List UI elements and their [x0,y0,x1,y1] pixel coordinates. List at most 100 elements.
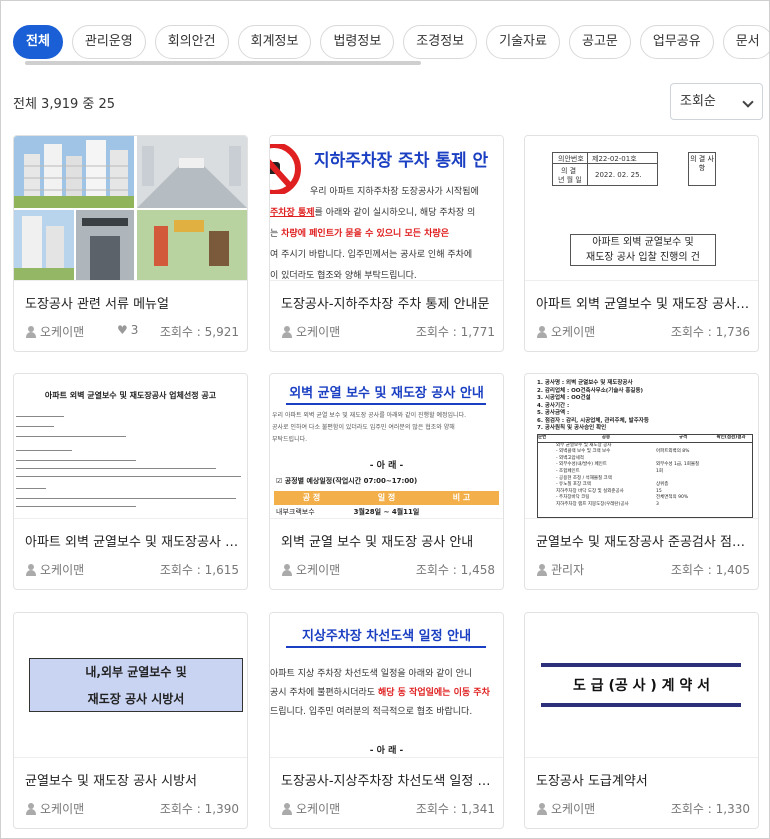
table-row: - 주차장바닥 코팅 전체면적의 90% [538,495,752,502]
table-row: - 외부수성(내/발수) 페인트 외부수성 1급, 1회몰칠 [538,462,752,469]
table-cell: - 외부수성(내/발수) 페인트 [556,462,607,468]
header-line: 7. 공사원칙 및 공사승인 확인 [537,425,607,431]
header-line: 1. 공사명 : 외벽 균열보수 및 재도장공사 [537,380,633,386]
sort-selected: 조회순 [680,94,716,109]
author-name: 오케이맨 [296,563,341,577]
view-count: 조회수 : 1,341 [415,802,495,816]
contract-rule-bottom [541,703,741,707]
table-header-cell: 공 정 [302,493,321,502]
tabs-scrollbar[interactable] [25,61,421,65]
notice-body: 아파트 지상 주차장 차선도색 일정을 아래와 같이 안니 공시 주차에 불편하… [270,665,503,722]
tab-notice[interactable]: 공고문 [568,25,631,59]
table-cell: 년 월 일 [558,176,582,184]
post-title[interactable]: 균열보수 및 재도장 공사 시방서 [25,770,239,789]
announcement-heading: 아파트 외벽 균열보수 및 재도장공사 업체선정 공고 [44,391,217,400]
tab-work-share[interactable]: 업무공유 [639,25,714,59]
table-cell: 의안번호 [558,155,584,163]
notice-center: - 아 래 - [369,461,404,471]
post-title[interactable]: 외벽 균열 보수 및 재도장 공사 안내 [281,531,495,550]
post-author: 오케이맨 [25,800,84,817]
notice-heading: 외벽 균열 보수 및 재도장 공사 안내 [289,386,484,401]
post-card[interactable]: 도 급 (공 사 ) 계 약 서 도장공사 도급계약서 오케이맨 조회수 : 1… [524,612,759,829]
table-cell: 3 [656,501,659,507]
notice-line: 공사로 인하여 다소 불편함이 있더라도 입주민 여러분의 많은 협조와 양해 [272,424,455,431]
post-card[interactable]: 지상주차장 차선도색 일정 안내 아파트 지상 주차장 차선도색 일정을 아래와… [269,612,504,829]
inspection-header: 1. 공사명 : 외벽 균열보수 및 재도장공사 2. 감리업체 : OO건축사… [537,380,649,433]
post-author: 오케이맨 [281,323,340,340]
header-line: 6. 점검자 : 감리, 시공업체, 관리주체, 발주자등 [537,417,649,424]
highlight-text: 주차장 통제 [270,208,315,218]
post-card[interactable]: 의안번호 제22-02-01호 의 결 년 월 일 2022. 02. 25. … [524,135,759,352]
author-name: 오케이맨 [40,563,85,577]
post-meta: 오케이맨 조회수 : 1,458 [281,561,495,577]
table-cell: 지하주차장 램프 지붕도장(우레탄)공사 [556,501,629,507]
table-cell: 2022. 02. 25. [595,171,642,179]
user-icon [25,802,37,815]
agenda-side-box: 의 결 사 항 [688,152,716,186]
user-icon [536,802,548,815]
table-header-cell: 일 정 [377,493,396,502]
notice-text: 를 아래와 같이 실시하오니, 해당 주차장 의 [314,208,476,218]
tab-documents[interactable]: 문서 [722,25,769,59]
tab-all[interactable]: 전체 [13,25,63,59]
notice-line: 공시 주차에 불편하시더라도 해당 동 작업일에는 이동 주차 [270,684,503,703]
schedule-table-header: 공 정 일 정 비 고 [274,491,499,505]
post-title[interactable]: 도장공사 관련 서류 메뉴얼 [25,293,239,312]
tab-management[interactable]: 관리운영 [71,25,146,59]
post-card[interactable]: 아파트 외벽 균열보수 및 재도장공사 업체선정 공고 아파트 외벽 균열보수 … [13,373,248,590]
author-name: 관리자 [551,563,585,577]
notice-line: 는 차량에 페인트가 묻을 수 있으니 모든 차량은 [270,224,503,245]
post-title[interactable]: 도장공사 도급계약서 [536,770,750,789]
post-title[interactable]: 도장공사-지상주차장 차선도색 일정 안내문 [281,770,495,789]
table-header-cell: 규격 [678,435,688,440]
spec-title-line: 재도장 공사 시방서 [87,692,185,706]
post-likes: ♥ 3 [117,323,138,337]
view-count: 조회수 : 1,615 [159,563,239,577]
post-thumbnail: 1. 공사명 : 외벽 균열보수 및 재도장공사 2. 감리업체 : OO건축사… [525,374,758,519]
notice-line: 여 주시기 바랍니다. 입주민께서는 공사로 인해 주차에 [270,250,473,260]
post-title[interactable]: 아파트 외벽 균열보수 및 재도장 공사 입찰 진행의 건 [536,293,750,312]
table-cell: 상위층 [656,482,669,488]
post-author: 오케이맨 [536,800,595,817]
highlight-text: 해당 동 작업일에는 이동 주차 [377,688,490,698]
post-thumbnail: 지하주차장 주차 통제 안 우리 아파트 지하주차장 도장공사가 시작됨에 주차… [270,136,503,281]
schedule-table-row: 내부크랙보수 3월28일 ~ 4월11일 [274,507,499,517]
tab-legal[interactable]: 법령정보 [320,25,395,59]
table-header-cell: 비 고 [452,493,471,502]
agenda-title-line: 아파트 외벽 균열보수 및 [592,237,694,248]
tab-landscaping[interactable]: 조경정보 [403,25,478,59]
table-cell: - 유노칠 포장 크랙 [556,482,591,488]
author-name: 오케이맨 [40,325,85,339]
table-cell: 전체면적의 90% [656,495,689,501]
table-row: - 유노칠 포장 크랙 상위층 [538,482,752,489]
post-card[interactable]: 외벽 균열 보수 및 재도장 공사 안내 우리 아파트 외벽 균열 보수 및 재… [269,373,504,590]
author-name: 오케이맨 [40,802,85,816]
table-header-row: 순번 공종 규격 확인(점검)결과 [538,435,752,443]
view-count: 조회수 : 1,771 [415,325,495,339]
table-cell: 3월28일 ~ 4월11일 [353,508,420,516]
view-count: 조회수 : 1,390 [159,802,239,816]
view-count: 조회수 : 1,330 [670,802,750,816]
post-author: 오케이맨 [25,323,84,340]
tab-accounting[interactable]: 회계정보 [237,25,312,59]
post-author: 관리자 [536,561,584,578]
like-count: 3 [130,323,139,337]
post-thumbnail: 도 급 (공 사 ) 계 약 서 [525,613,758,758]
author-name: 오케이맨 [551,802,596,816]
post-card[interactable]: 도장공사 관련 서류 메뉴얼 오케이맨 ♥ 3 조회수 : 5,921 [13,135,248,352]
post-meta: 오케이맨 조회수 : 1,615 [25,561,239,577]
post-card[interactable]: 지하주차장 주차 통제 안 우리 아파트 지하주차장 도장공사가 시작됨에 주차… [269,135,504,352]
header-line: 4. 공사기간 : [537,402,570,409]
author-name: 오케이맨 [551,325,596,339]
post-card[interactable]: 내,외부 균열보수 및 재도장 공사 시방서 균열보수 및 재도장 공사 시방서… [13,612,248,829]
post-card[interactable]: 1. 공사명 : 외벽 균열보수 및 재도장공사 2. 감리업체 : OO건축사… [524,373,759,590]
post-title[interactable]: 아파트 외벽 균열보수 및 재도장공사 업체선정 공고 [25,531,239,550]
contract-heading: 도 급 (공 사 ) 계 약 서 [572,678,711,694]
post-title[interactable]: 도장공사-지하주차장 주차 통제 안내문 [281,293,495,312]
tab-meeting-agenda[interactable]: 회의안건 [154,25,229,59]
spec-title-box: 내,외부 균열보수 및 재도장 공사 시방서 [29,658,243,712]
post-title[interactable]: 균열보수 및 재도장공사 준공검사 점검표 [536,531,750,550]
sort-select[interactable]: 조회순 [670,83,763,120]
tab-technical[interactable]: 기술자료 [486,25,560,59]
table-header-cell: 공종 [601,435,611,440]
